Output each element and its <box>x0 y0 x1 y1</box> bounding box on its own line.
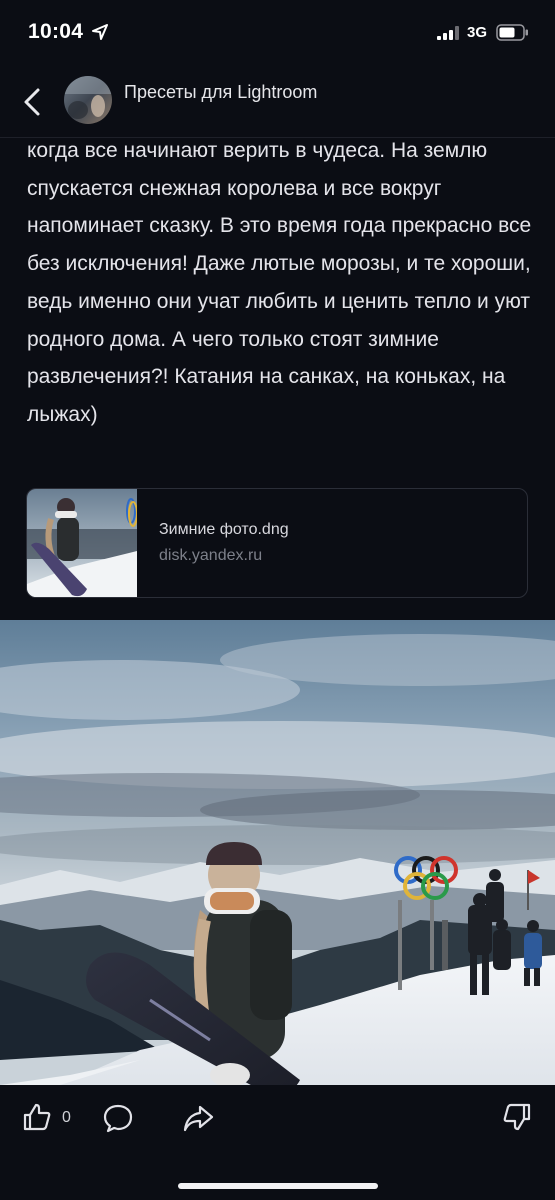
thumbs-up-icon[interactable] <box>22 1102 52 1132</box>
cellular-signal-icon <box>437 26 459 40</box>
comment-icon[interactable] <box>102 1102 134 1134</box>
action-bar: 0 <box>0 1085 555 1200</box>
channel-name[interactable]: Пресеты для Lightroom <box>124 82 317 103</box>
channel-header: Пресеты для Lightroom <box>0 62 555 138</box>
battery-icon <box>496 24 528 41</box>
network-type: 3G <box>467 24 488 41</box>
channel-avatar[interactable] <box>64 76 112 124</box>
share-icon[interactable] <box>182 1102 214 1134</box>
status-time: 10:04 <box>28 20 84 43</box>
article-body-text: когда все начинают верить в чудеса. На з… <box>27 139 532 426</box>
article-photo[interactable] <box>0 620 555 1085</box>
location-arrow-icon <box>92 24 108 40</box>
status-bar: 10:04 3G <box>0 0 555 62</box>
home-indicator <box>178 1183 378 1189</box>
card-file-name: Зимние фото.dng <box>159 521 289 538</box>
file-link-card[interactable]: Зимние фото.dng disk.yandex.ru <box>26 488 528 598</box>
like-count: 0 <box>62 1109 71 1126</box>
card-url: disk.yandex.ru <box>159 547 263 564</box>
card-thumbnail <box>27 489 137 597</box>
chevron-left-icon[interactable] <box>16 82 46 122</box>
thumbs-down-icon[interactable] <box>502 1102 532 1132</box>
